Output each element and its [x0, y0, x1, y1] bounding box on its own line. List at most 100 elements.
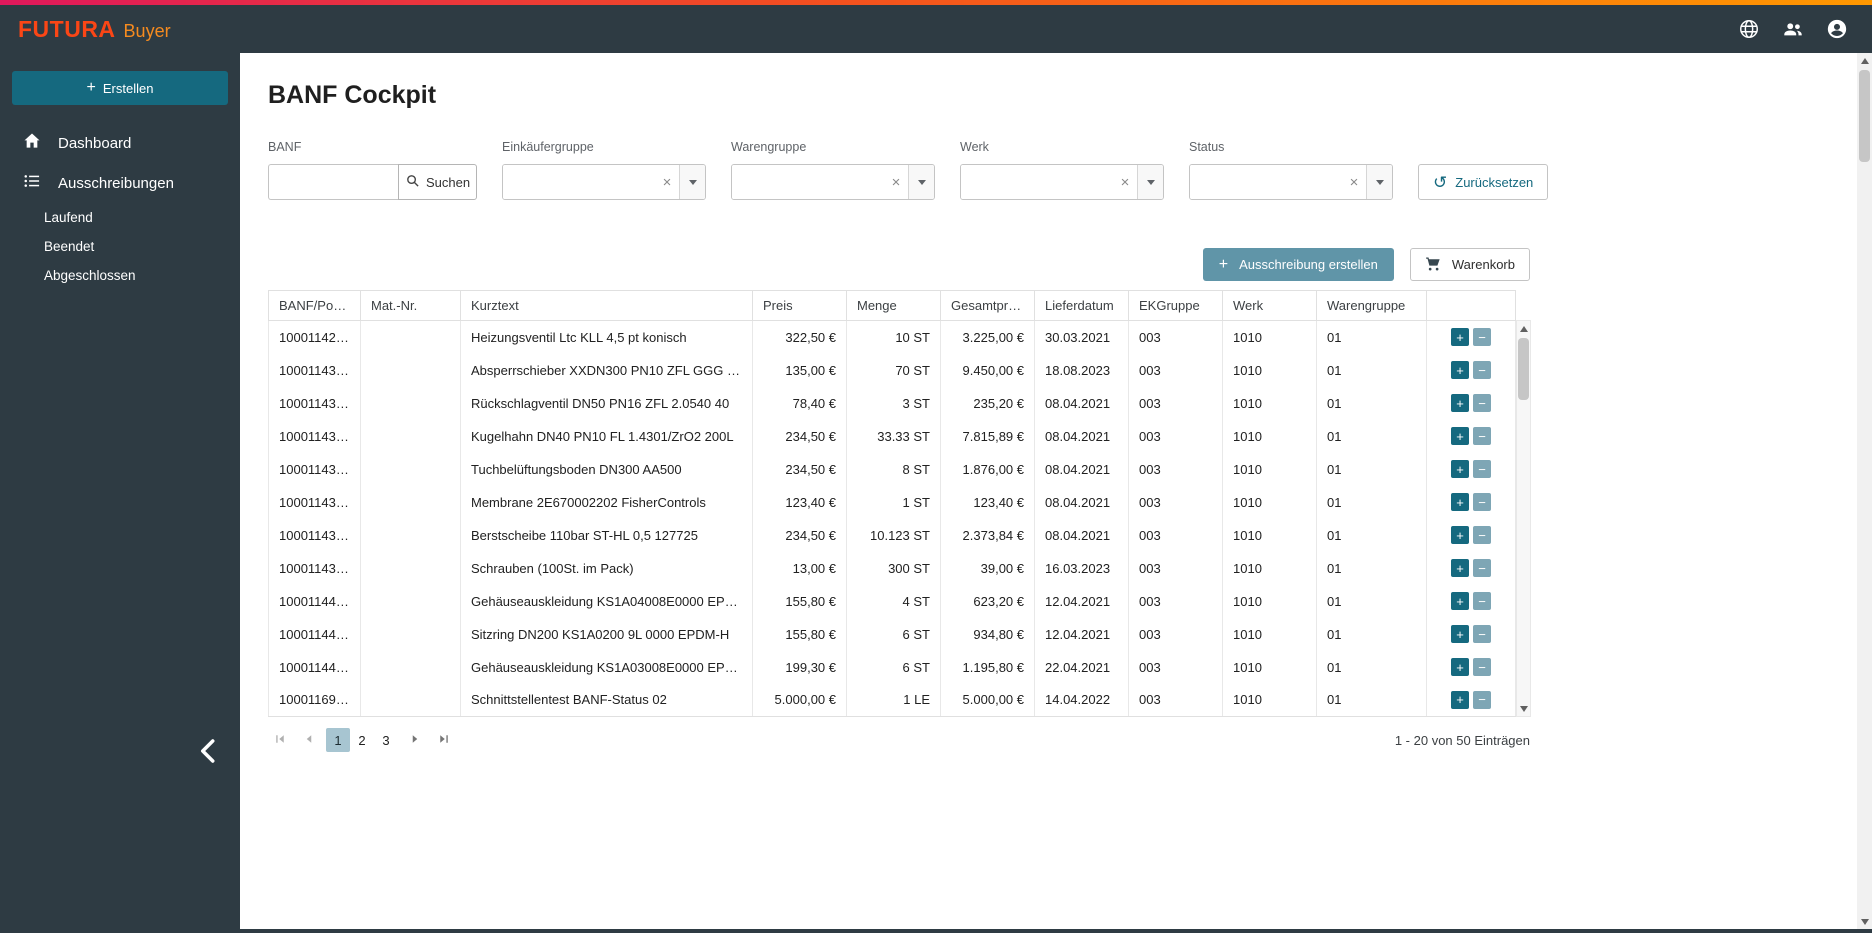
next-page-button[interactable] [403, 728, 427, 752]
einkaeufergruppe-input[interactable] [503, 165, 655, 199]
add-to-cart-button[interactable]: + [1451, 559, 1469, 577]
scroll-down-icon[interactable] [1857, 914, 1872, 929]
cell-werk: 1010 [1222, 419, 1317, 453]
add-to-cart-button[interactable]: + [1451, 690, 1469, 709]
remove-from-cart-button[interactable]: − [1473, 625, 1491, 643]
add-to-cart-button[interactable]: + [1451, 460, 1469, 478]
users-icon[interactable] [1782, 18, 1804, 40]
page-button-3[interactable]: 3 [374, 728, 398, 752]
column-header-werk[interactable]: Werk [1222, 290, 1317, 321]
previous-page-button[interactable] [297, 728, 321, 752]
dropdown-toggle[interactable] [1366, 165, 1392, 199]
remove-from-cart-button[interactable]: − [1473, 460, 1491, 478]
cell-warengruppe: 01 [1316, 485, 1427, 519]
sidebar-item-laufend[interactable]: Laufend [0, 203, 240, 232]
column-header-actions[interactable] [1426, 290, 1516, 321]
add-to-cart-button[interactable]: + [1451, 394, 1469, 412]
column-header-preis[interactable]: Preis [752, 290, 847, 321]
werk-input[interactable] [961, 165, 1113, 199]
create-button[interactable]: + Erstellen [12, 71, 228, 105]
remove-from-cart-button[interactable]: − [1473, 690, 1491, 709]
sidebar-item-ausschreibungen[interactable]: Ausschreibungen [0, 163, 240, 203]
add-to-cart-button[interactable]: + [1451, 658, 1469, 676]
cell-werk: 1010 [1222, 353, 1317, 387]
sidebar-item-abgeschlossen[interactable]: Abgeschlossen [0, 261, 240, 290]
cell-werk: 1010 [1222, 320, 1317, 354]
remove-from-cart-button[interactable]: − [1473, 493, 1491, 511]
column-header-mat-nr[interactable]: Mat.-Nr. [360, 290, 461, 321]
sidebar-item-beendet[interactable]: Beendet [0, 232, 240, 261]
page-scrollbar-thumb[interactable] [1859, 70, 1870, 162]
column-header-lieferdatum[interactable]: Lieferdatum [1034, 290, 1129, 321]
first-page-button[interactable] [268, 728, 292, 752]
add-to-cart-button[interactable]: + [1451, 493, 1469, 511]
add-to-cart-button[interactable]: + [1451, 625, 1469, 643]
last-page-button[interactable] [432, 728, 456, 752]
cell-gesamtpreis: 1.876,00 € [940, 452, 1035, 486]
cell-lieferdatum: 08.04.2021 [1034, 419, 1129, 453]
cart-icon [1425, 255, 1442, 275]
cell-werk: 1010 [1222, 617, 1317, 651]
remove-from-cart-button[interactable]: − [1473, 394, 1491, 412]
status-input[interactable] [1190, 165, 1342, 199]
add-to-cart-button[interactable]: + [1451, 427, 1469, 445]
table-row: 10001143 10 Absperrschieber XXDN300 PN10 … [268, 353, 1516, 387]
cell-kurztext: Rückschlagventil DN50 PN16 ZFL 2.0540 40 [460, 386, 753, 420]
cell-warengruppe: 01 [1316, 320, 1427, 354]
clear-icon[interactable]: × [655, 174, 679, 191]
column-header-ekgruppe[interactable]: EKGruppe [1128, 290, 1223, 321]
column-header-warengruppe[interactable]: Warengruppe [1316, 290, 1427, 321]
scroll-down-icon[interactable] [1516, 701, 1531, 716]
sidebar-collapse-button[interactable] [192, 735, 226, 769]
dropdown-toggle[interactable] [908, 165, 934, 199]
reset-filters-button[interactable]: ↺ Zurücksetzen [1418, 164, 1549, 200]
column-header-gesamtpreis[interactable]: Gesamtpreis [940, 290, 1035, 321]
cell-ekgruppe: 003 [1128, 584, 1223, 618]
filter-label: BANF [268, 140, 302, 154]
remove-from-cart-button[interactable]: − [1473, 427, 1491, 445]
cell-menge: 1 ST [846, 485, 941, 519]
banf-table: BANF/Pos. ... Mat.-Nr. Kurztext Preis Menge G… [268, 290, 1531, 717]
pagination-bar: 123 1 - 20 von 50 Einträgen [268, 728, 1530, 752]
column-header-kurztext[interactable]: Kurztext [460, 290, 753, 321]
remove-from-cart-button[interactable]: − [1473, 361, 1491, 379]
banf-input[interactable] [268, 164, 398, 200]
add-to-cart-button[interactable]: + [1451, 592, 1469, 610]
table-row: 10001143 30 Kugelhahn DN40 PN10 FL 1.4301… [268, 419, 1516, 453]
search-button[interactable]: Suchen [398, 164, 477, 200]
table-scrollbar[interactable] [1516, 320, 1531, 717]
remove-from-cart-button[interactable]: − [1473, 526, 1491, 544]
page-button-1[interactable]: 1 [326, 728, 350, 752]
remove-from-cart-button[interactable]: − [1473, 592, 1491, 610]
clear-icon[interactable]: × [1342, 174, 1366, 191]
add-to-cart-button[interactable]: + [1451, 526, 1469, 544]
column-header-banf-pos[interactable]: BANF/Pos. ... [268, 290, 361, 321]
scroll-up-icon[interactable] [1857, 53, 1872, 68]
clear-icon[interactable]: × [1113, 174, 1137, 191]
remove-from-cart-button[interactable]: − [1473, 658, 1491, 676]
dropdown-toggle[interactable] [679, 165, 705, 199]
table-scrollbar-thumb[interactable] [1518, 338, 1529, 400]
account-icon[interactable] [1826, 18, 1848, 40]
page-scrollbar[interactable] [1857, 53, 1872, 929]
remove-from-cart-button[interactable]: − [1473, 328, 1491, 347]
cell-banf-pos: 10001143 10 [268, 353, 361, 387]
cell-banf-pos: 10001143 50 [268, 485, 361, 519]
scroll-up-icon[interactable] [1516, 321, 1531, 336]
create-tender-button[interactable]: + Ausschreibung erstellen [1202, 248, 1394, 281]
page-button-2[interactable]: 2 [350, 728, 374, 752]
add-to-cart-button[interactable]: + [1451, 328, 1469, 347]
dropdown-toggle[interactable] [1137, 165, 1163, 199]
globe-icon[interactable] [1738, 18, 1760, 40]
sidebar-item-dashboard[interactable]: Dashboard [0, 123, 240, 163]
clear-icon[interactable]: × [884, 174, 908, 191]
remove-from-cart-button[interactable]: − [1473, 559, 1491, 577]
column-header-menge[interactable]: Menge [846, 290, 941, 321]
table-row: 10001143 20 Rückschlagventil DN50 PN16 ZF… [268, 386, 1516, 420]
warengruppe-input[interactable] [732, 165, 884, 199]
table-row: 10001143 50 Membrane 2E670002202 FisherCo… [268, 485, 1516, 519]
cell-lieferdatum: 08.04.2021 [1034, 518, 1129, 552]
add-to-cart-button[interactable]: + [1451, 361, 1469, 379]
cart-button[interactable]: Warenkorb [1409, 248, 1530, 281]
list-icon [22, 171, 42, 195]
